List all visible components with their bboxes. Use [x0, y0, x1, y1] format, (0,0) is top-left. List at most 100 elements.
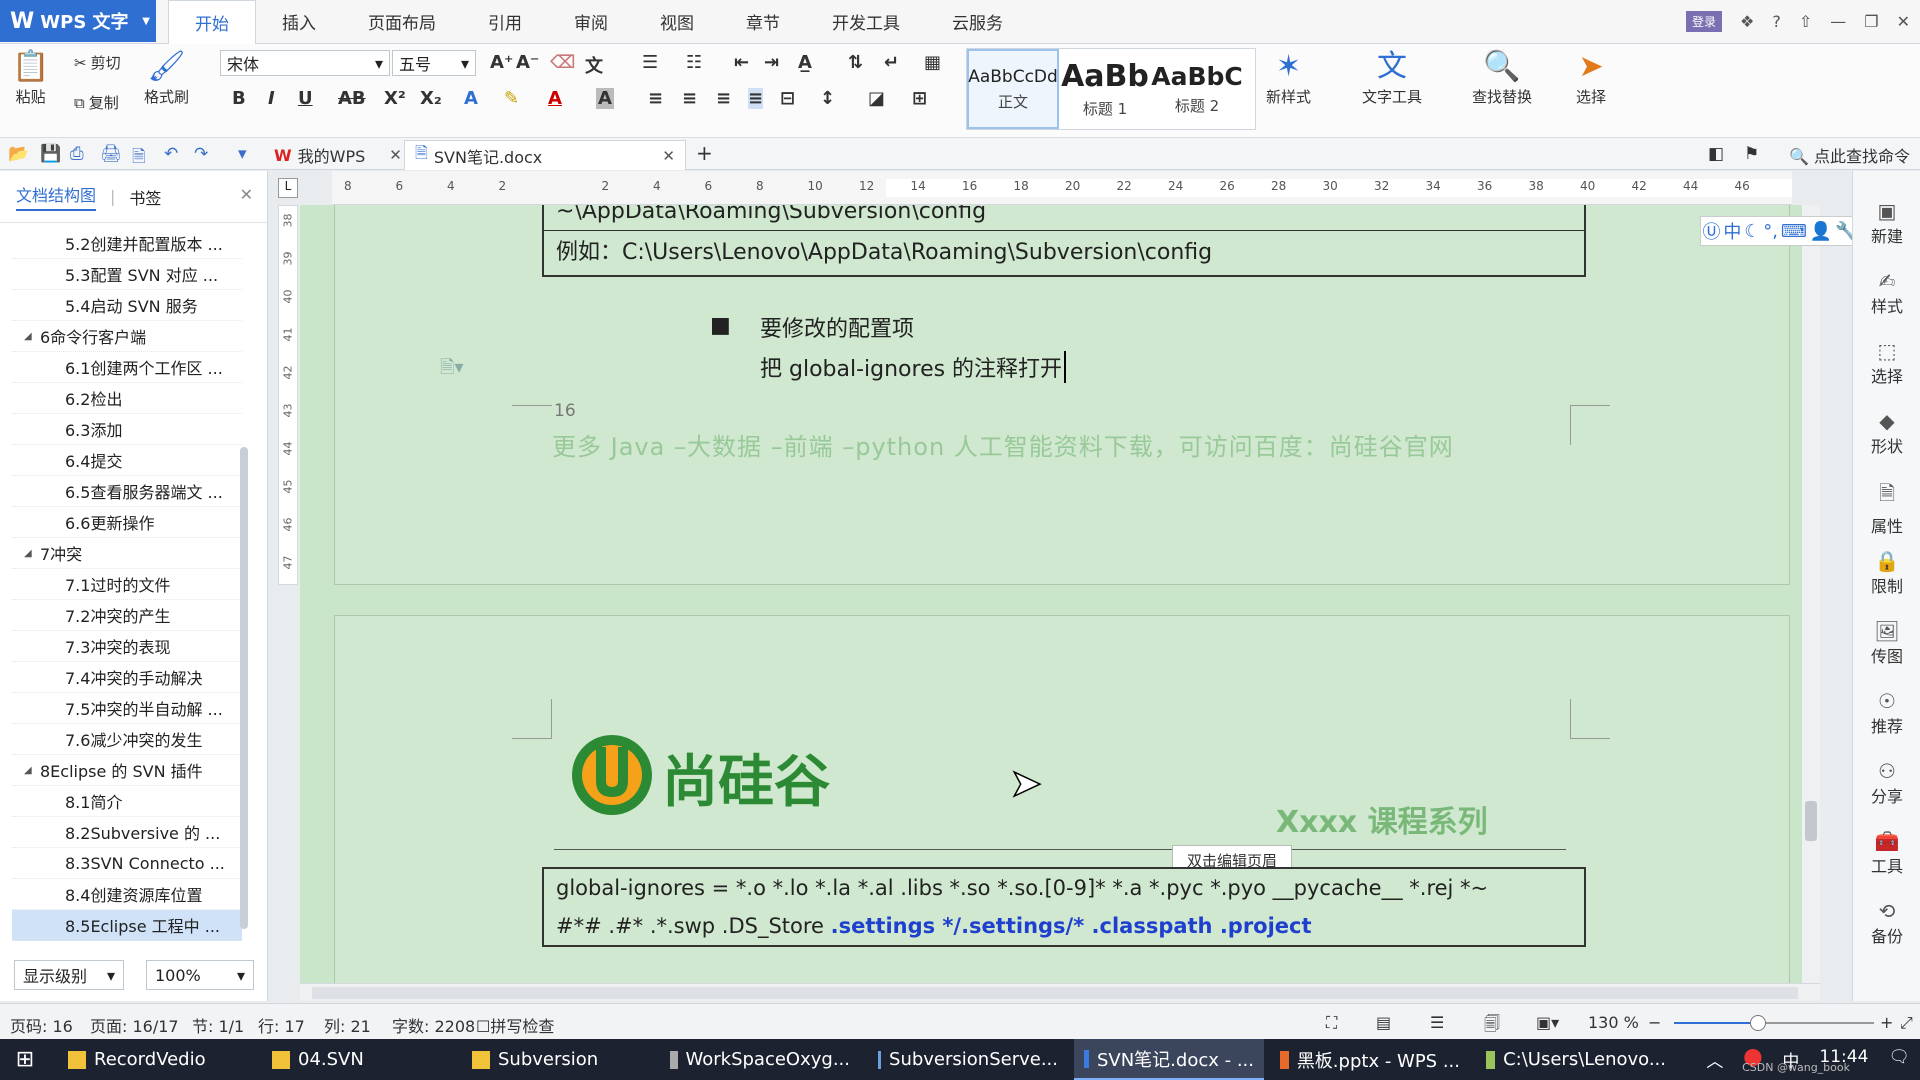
format-painter-button[interactable]: 🖌 格式刷 [144, 48, 189, 107]
tab-bookmarks[interactable]: 书签 [129, 185, 161, 209]
customize-icon[interactable]: ▾ [238, 144, 247, 164]
copy-button[interactable]: ⧉ 复制 [74, 92, 119, 113]
outline-item[interactable]: 7.6减少冲突的发生 [12, 724, 242, 755]
panel-tools-button[interactable]: 🧰 工具 [1853, 829, 1920, 877]
chevron-up-icon[interactable]: ︿ [1706, 1047, 1723, 1072]
align-center-icon[interactable]: ≡ [682, 88, 697, 109]
zoom-out-icon[interactable]: − [1648, 1013, 1661, 1032]
outline-item[interactable]: 8.2Subversive 的 ... [12, 817, 242, 848]
print-preview-icon[interactable]: 🗎 [132, 144, 146, 173]
zoom-value[interactable]: 130 % [1588, 1013, 1639, 1032]
outline-item[interactable]: 7.3冲突的表现 [12, 631, 242, 662]
taskbar-app[interactable]: RecordVedio [58, 1039, 254, 1080]
style-normal[interactable]: AaBbCcDd 正文 [967, 49, 1059, 129]
show-level-select[interactable]: 显示级别 ▾ [14, 960, 124, 990]
zoom-slider[interactable] [1674, 1015, 1874, 1031]
fullscreen-view-icon[interactable]: ⛶ [1326, 1013, 1337, 1033]
superscript-icon[interactable]: X² [384, 88, 406, 109]
outline-item[interactable]: ◢ 7冲突 [12, 538, 242, 569]
grow-font-icon[interactable]: A⁺ [490, 52, 513, 73]
tab-cloud[interactable]: 云服务 [926, 0, 1029, 42]
expand-triangle-icon[interactable]: ◢ [24, 765, 40, 776]
outline-item[interactable]: 8.5Eclipse 工程中 ... [12, 910, 242, 941]
tab-home[interactable]: 开始 [168, 0, 256, 44]
bullet-text[interactable]: 把 global-ignores 的注释打开 [760, 351, 1067, 383]
status-spell-check[interactable]: ☐拼写检查 [476, 1013, 554, 1037]
outline-item[interactable]: 6.6更新操作 [12, 507, 242, 538]
outline-item[interactable]: 6.2检出 [12, 383, 242, 414]
outline-item[interactable]: 7.4冲突的手动解决 [12, 662, 242, 693]
tab-page-layout[interactable]: 页面布局 [342, 0, 462, 42]
outline-item[interactable]: 8.3SVN Connecto ... [12, 848, 242, 879]
outline-item[interactable]: 6.3添加 [12, 414, 242, 445]
select-button[interactable]: ➤ 选择 [1576, 48, 1606, 107]
tab-document-map[interactable]: 文档结构图 [16, 182, 97, 211]
close-icon[interactable]: ✕ [1897, 12, 1910, 31]
panel-properties-button[interactable]: 🗎 属性 [1853, 479, 1920, 537]
tab-references[interactable]: 引用 [462, 0, 548, 42]
outline-item[interactable]: 8.4创建资源库位置 [12, 879, 242, 910]
close-icon[interactable]: ✕ [240, 185, 253, 204]
style-heading-2[interactable]: AaBbC 标题 2 [1151, 49, 1243, 129]
tab-insert[interactable]: 插入 [256, 0, 342, 42]
align-left-icon[interactable]: ≡ [648, 88, 663, 109]
taskbar-app[interactable]: C:\Users\Lenovo... [1476, 1039, 1676, 1080]
cut-button[interactable]: ✂ 剪切 [74, 52, 121, 73]
open-icon[interactable]: 📂 [8, 144, 29, 164]
taskbar-app[interactable]: 黑板.pptx - WPS ... [1270, 1039, 1470, 1080]
web-view-icon[interactable]: 🗐 [1484, 1013, 1500, 1040]
outline-item[interactable]: 7.5冲突的半自动解 ... [12, 693, 242, 724]
outline-view-icon[interactable]: ☰ [1430, 1013, 1444, 1032]
panel-backup-button[interactable]: ⟲ 备份 [1853, 899, 1920, 947]
font-name-select[interactable]: 宋体 ▾ [220, 50, 390, 76]
tab-review[interactable]: 审阅 [548, 0, 634, 42]
clear-format-icon[interactable]: ⌫ [550, 52, 575, 73]
tab-chapter[interactable]: 章节 [720, 0, 806, 42]
status-word-count[interactable]: 字数: 2208 [392, 1013, 475, 1037]
doc-tab-svn-notes[interactable]: 🗎 SVN笔记.docx ✕ [404, 140, 686, 170]
sort-icon[interactable]: ⇅ [848, 52, 863, 73]
paragraph-options-icon[interactable]: 🗎▾ [440, 355, 464, 385]
tab-view[interactable]: 视图 [634, 0, 720, 42]
shrink-font-icon[interactable]: A⁻ [516, 52, 539, 73]
panel-select-button[interactable]: ⬚ 选择 [1853, 339, 1920, 387]
outline-item[interactable]: 7.1过时的文件 [12, 569, 242, 600]
nav-zoom-select[interactable]: 100% ▾ [146, 960, 254, 990]
distribute-icon[interactable]: ⊟ [780, 88, 795, 109]
expand-triangle-icon[interactable]: ◢ [24, 548, 40, 559]
font-size-select[interactable]: 五号 ▾ [392, 50, 476, 76]
outline-item[interactable]: 6.4提交 [12, 445, 242, 476]
style-heading-1[interactable]: AaBb 标题 1 [1059, 49, 1151, 129]
restore-ribbon-icon[interactable]: ⇧ [1799, 12, 1812, 31]
document-canvas[interactable]: ~\AppData\Roaming\Subversion\config 例如：C… [300, 205, 1820, 983]
tab-stop-selector[interactable]: L [278, 178, 298, 198]
italic-icon[interactable]: I [268, 88, 275, 109]
taskbar-app[interactable]: SVN笔记.docx - ... [1074, 1039, 1264, 1080]
skin-icon[interactable]: ❖ [1740, 12, 1754, 31]
pin-icon[interactable]: ⚑ [1744, 144, 1759, 164]
taskbar-app[interactable]: SubversionServe... [868, 1039, 1068, 1080]
taskbar-app[interactable]: Subversion [462, 1039, 652, 1080]
underline-icon[interactable]: U [298, 88, 313, 109]
new-style-button[interactable]: ✶ 新样式 [1266, 48, 1311, 107]
outline-item[interactable]: 6.5查看服务器端文 ... [12, 476, 242, 507]
outline-item[interactable]: 5.4启动 SVN 服务 [12, 290, 242, 321]
phonetic-icon[interactable]: 文 [585, 52, 603, 78]
text-effect-icon[interactable]: A [464, 88, 478, 109]
zoom-slider-thumb[interactable] [1750, 1015, 1766, 1031]
justify-icon[interactable]: ≡ [748, 88, 764, 109]
maximize-icon[interactable]: ❐ [1864, 12, 1878, 31]
start-button[interactable]: ⊞ [0, 1039, 50, 1080]
collapse-icon[interactable]: ◧ [1708, 144, 1724, 164]
panel-restrict-button[interactable]: 🔒 限制 [1853, 549, 1920, 597]
outline-item[interactable]: 7.2冲突的产生 [12, 600, 242, 631]
outline-item[interactable]: 8.1简介 [12, 786, 242, 817]
panel-shape-button[interactable]: ◆ 形状 [1853, 409, 1920, 457]
notification-icon[interactable]: 🗨 [1888, 1047, 1910, 1072]
outline-item[interactable]: ◢ 6命令行客户端 [12, 321, 242, 352]
panel-new-button[interactable]: ▣ 新建 [1853, 199, 1920, 247]
scrollbar-thumb[interactable] [1805, 801, 1817, 841]
close-icon[interactable]: ✕ [662, 147, 675, 165]
line-spacing-icon[interactable]: ↕ [820, 88, 835, 109]
outline-item[interactable]: ◢ 8Eclipse 的 SVN 插件 [12, 755, 242, 786]
